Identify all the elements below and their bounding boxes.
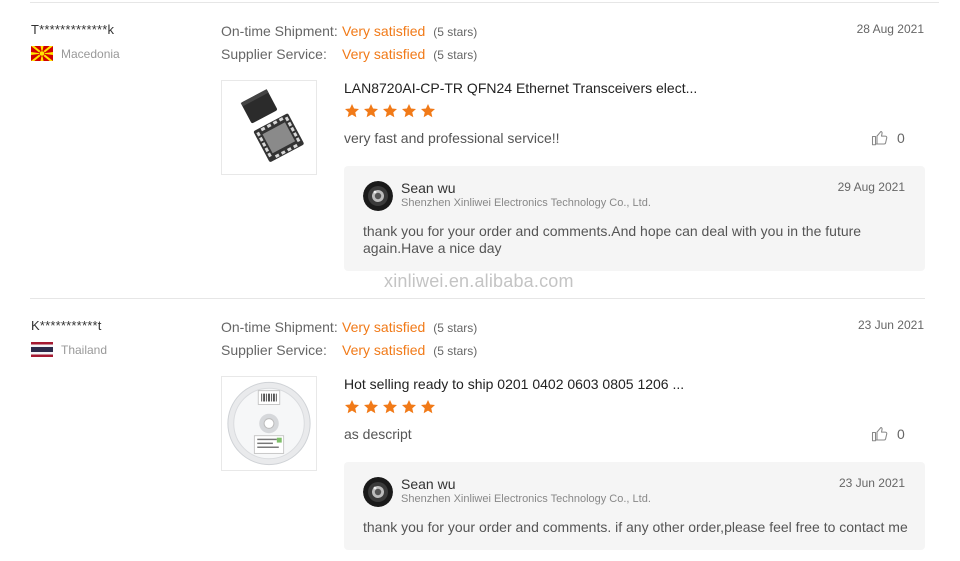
star-icon <box>383 400 397 414</box>
rating-on-time-shipment: On-time Shipment: Very satisfied (5 star… <box>221 23 477 39</box>
rating-supplier-service: Supplier Service: Very satisfied (5 star… <box>221 46 477 62</box>
like-button[interactable]: 0 <box>871 129 905 147</box>
review-date: 28 Aug 2021 <box>856 22 924 36</box>
rating-label: On-time Shipment: <box>221 23 338 39</box>
star-icon <box>402 400 416 414</box>
reply-company-name: Shenzhen Xinliwei Electronics Technology… <box>401 197 651 209</box>
rating-value: Very satisfied <box>342 342 426 358</box>
star-icon <box>345 400 359 414</box>
rating-stars-text: (5 stars) <box>433 321 478 335</box>
buyer-country: Thailand <box>31 342 107 357</box>
rating-on-time-shipment: On-time Shipment: Very satisfied (5 star… <box>221 319 477 335</box>
rating-value: Very satisfied <box>342 319 426 335</box>
rating-stars-text: (5 stars) <box>433 344 478 358</box>
country-name: Macedonia <box>61 46 120 61</box>
like-count: 0 <box>897 426 905 442</box>
buyer-name: T*************k <box>31 22 115 37</box>
reply-company-name: Shenzhen Xinliwei Electronics Technology… <box>401 493 651 505</box>
component-reel-image <box>227 381 311 466</box>
top-divider <box>30 2 939 3</box>
buyer-country: Macedonia <box>31 46 120 61</box>
supplier-reply: Sean wu Shenzhen Xinliwei Electronics Te… <box>344 166 925 271</box>
star-icon <box>364 104 378 118</box>
star-icon <box>421 400 435 414</box>
rating-label: Supplier Service: <box>221 342 327 358</box>
star-icon <box>402 104 416 118</box>
review-date: 23 Jun 2021 <box>857 318 924 332</box>
like-count: 0 <box>897 130 905 146</box>
qfn-chip-image <box>240 89 304 162</box>
like-button[interactable]: 0 <box>871 425 905 443</box>
reply-date: 29 Aug 2021 <box>837 180 905 194</box>
thumbs-up-icon <box>871 131 888 146</box>
avatar <box>363 181 393 211</box>
review-comment: very fast and professional service!! <box>344 130 560 146</box>
product-thumbnail[interactable] <box>221 376 317 471</box>
product-thumbnail[interactable] <box>221 80 317 175</box>
rating-label: Supplier Service: <box>221 46 327 62</box>
star-icon <box>345 104 359 118</box>
reply-author-name: Sean wu <box>401 180 456 196</box>
rating-supplier-service: Supplier Service: Very satisfied (5 star… <box>221 342 477 358</box>
review-divider <box>30 298 925 299</box>
rating-value: Very satisfied <box>342 46 426 62</box>
supplier-reply: Sean wu Shenzhen Xinliwei Electronics Te… <box>344 462 925 550</box>
reply-author-name: Sean wu <box>401 476 456 492</box>
product-title-link[interactable]: LAN8720AI-CP-TR QFN24 Ethernet Transceiv… <box>344 80 697 96</box>
thailand-flag-icon <box>31 342 53 357</box>
reply-text: thank you for your order and comments. i… <box>363 519 908 535</box>
star-icon <box>364 400 378 414</box>
watermark: xinliwei.en.alibaba.com <box>384 271 574 291</box>
rating-stars-text: (5 stars) <box>433 25 478 39</box>
buyer-name: K***********t <box>31 318 102 333</box>
product-star-rating <box>344 399 436 415</box>
avatar <box>363 477 393 507</box>
product-title-link[interactable]: Hot selling ready to ship 0201 0402 0603… <box>344 376 684 392</box>
rating-value: Very satisfied <box>342 23 426 39</box>
review-comment: as descript <box>344 426 412 442</box>
rating-label: On-time Shipment: <box>221 319 338 335</box>
reply-text: thank you for your order and comments.An… <box>363 223 862 256</box>
thumbs-up-icon <box>871 427 888 442</box>
product-star-rating <box>344 103 436 119</box>
star-icon <box>421 104 435 118</box>
rating-stars-text: (5 stars) <box>433 48 478 62</box>
macedonia-flag-icon <box>31 46 53 61</box>
reply-date: 23 Jun 2021 <box>838 476 905 490</box>
star-icon <box>383 104 397 118</box>
country-name: Thailand <box>61 342 108 357</box>
